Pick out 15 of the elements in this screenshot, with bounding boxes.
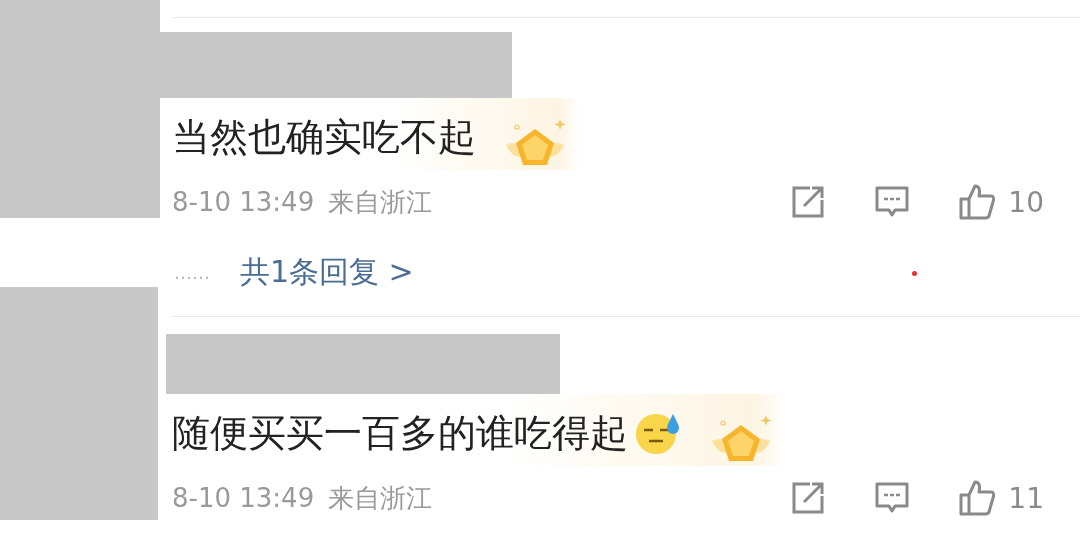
thumbs-up-icon[interactable] bbox=[958, 183, 997, 221]
like-count: 11 bbox=[1008, 481, 1044, 515]
like-count: 10 bbox=[1008, 185, 1044, 219]
comment-text: 当然也确实吃不起 bbox=[172, 113, 476, 161]
comment-time: 8-10 13:49 bbox=[172, 187, 315, 217]
dot-mark bbox=[912, 271, 917, 276]
ellipsis: …… bbox=[174, 261, 210, 283]
comment-text: 随便买买一百多的谁吃得起 bbox=[172, 409, 628, 457]
comment-location: 来自浙江 bbox=[328, 185, 433, 219]
replies-link[interactable]: 共1条回复 > bbox=[240, 251, 414, 293]
comment-location: 来自浙江 bbox=[328, 481, 433, 515]
comment-time: 8-10 13:49 bbox=[172, 483, 315, 513]
share-icon[interactable] bbox=[790, 184, 827, 220]
thumbs-up-icon[interactable] bbox=[958, 479, 997, 517]
share-icon[interactable] bbox=[790, 480, 827, 516]
